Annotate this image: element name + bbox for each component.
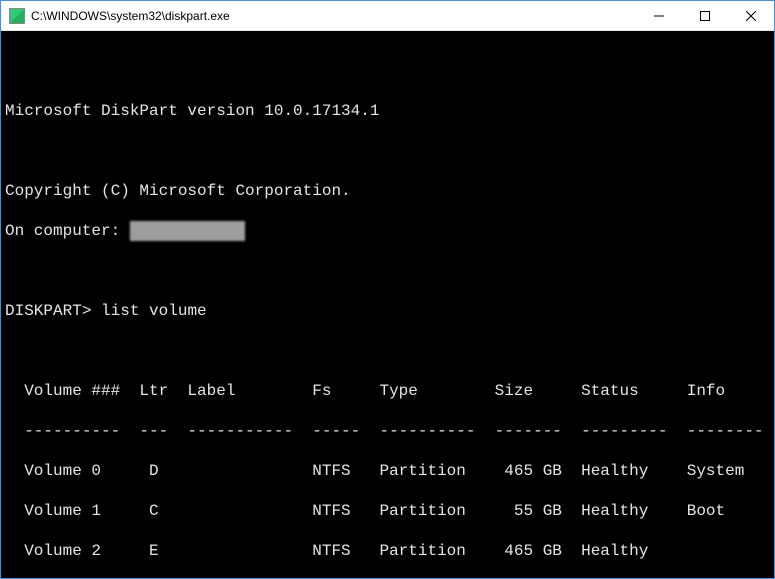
on-computer-prefix: On computer:: [5, 222, 130, 240]
blank-line: [5, 141, 770, 161]
blank-line: [5, 61, 770, 81]
close-button[interactable]: [728, 1, 774, 31]
maximize-icon: [700, 11, 710, 21]
copyright-line: Copyright (C) Microsoft Corporation.: [5, 181, 770, 201]
prompt-line-1: DISKPART> list volume: [5, 301, 770, 321]
close-icon: [746, 11, 756, 21]
table-row: Volume 1 C NTFS Partition 55 GB Healthy …: [5, 501, 770, 521]
minimize-button[interactable]: [636, 1, 682, 31]
diskpart-window: C:\WINDOWS\system32\diskpart.exe Microso…: [0, 0, 775, 579]
titlebar: C:\WINDOWS\system32\diskpart.exe: [1, 1, 774, 31]
computer-line: On computer: ███ NOTEBOOK: [5, 221, 770, 241]
command-1: list volume: [101, 302, 207, 320]
computer-name-redacted: ███ NOTEBOOK: [130, 221, 245, 241]
maximize-button[interactable]: [682, 1, 728, 31]
table-row: Volume 0 D NTFS Partition 465 GB Healthy…: [5, 461, 770, 481]
version-line: Microsoft DiskPart version 10.0.17134.1: [5, 101, 770, 121]
table-divider: ---------- --- ----------- ----- -------…: [5, 421, 770, 441]
table-row: Volume 2 E NTFS Partition 465 GB Healthy: [5, 541, 770, 561]
window-controls: [636, 1, 774, 31]
blank-line: [5, 261, 770, 281]
prompt: DISKPART>: [5, 302, 91, 320]
window-title: C:\WINDOWS\system32\diskpart.exe: [31, 9, 230, 23]
blank-line: [5, 341, 770, 361]
table-header: Volume ### Ltr Label Fs Type Size Status…: [5, 381, 770, 401]
terminal-output[interactable]: Microsoft DiskPart version 10.0.17134.1 …: [1, 31, 774, 578]
app-icon: [9, 8, 25, 24]
minimize-icon: [654, 11, 664, 21]
